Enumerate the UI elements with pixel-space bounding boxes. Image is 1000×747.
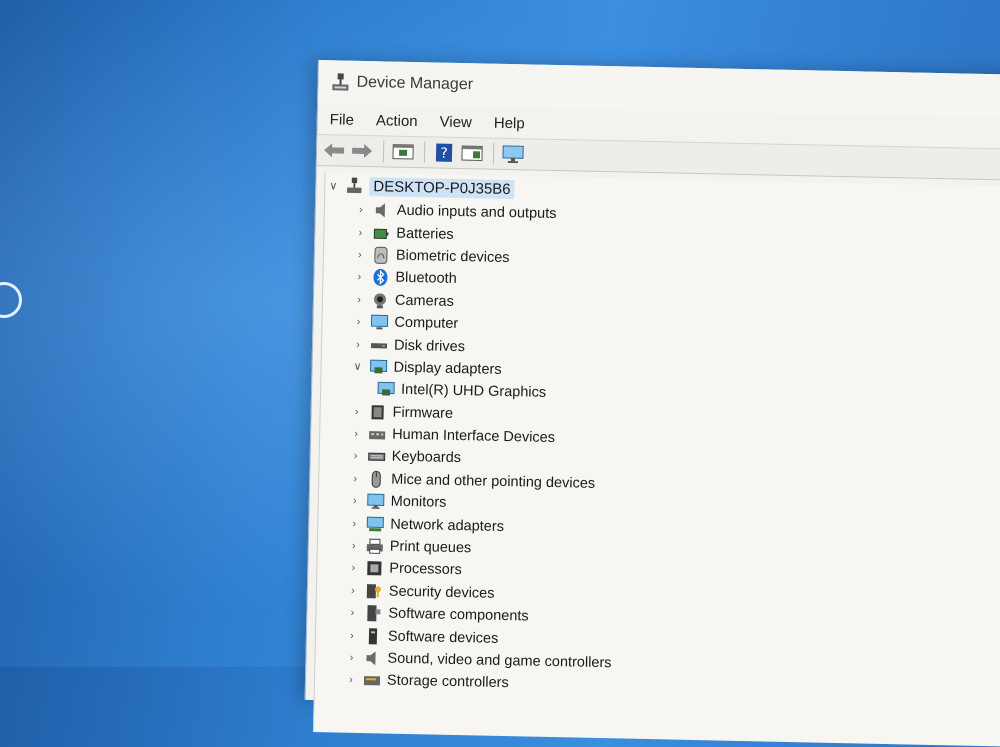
tree-category-label: Software devices [388, 628, 499, 646]
show-hide-console-tree-button[interactable] [459, 141, 485, 166]
chevron-right-icon[interactable]: › [350, 336, 366, 352]
tree-category-label: Network adapters [390, 516, 504, 534]
printer-icon [366, 537, 384, 555]
chevron-right-icon[interactable]: › [346, 515, 362, 531]
tree-category-label: Processors [389, 561, 462, 579]
chevron-right-icon[interactable]: › [348, 403, 364, 419]
properties-icon [392, 143, 414, 161]
back-button[interactable] [321, 138, 347, 163]
help-icon: ? [434, 142, 454, 162]
toolbar-separator [424, 141, 425, 163]
chevron-right-icon[interactable]: › [344, 627, 360, 643]
tree-category-label: Audio inputs and outputs [397, 203, 557, 222]
chevron-right-icon[interactable]: › [352, 224, 368, 240]
network-icon [366, 515, 384, 533]
tree-category-label: Software components [388, 606, 529, 625]
desktop-computer-icon [345, 177, 363, 195]
chevron-right-icon[interactable]: › [344, 605, 360, 621]
menu-file[interactable]: File [330, 111, 355, 129]
forward-button[interactable] [349, 139, 375, 164]
show-hide-console-tree-icon [461, 144, 483, 162]
chevron-right-icon[interactable]: › [348, 426, 364, 442]
menu-help[interactable]: Help [494, 114, 525, 132]
tree-category-label: Human Interface Devices [392, 427, 555, 446]
tree-category-label: Security devices [389, 583, 495, 601]
toolbar-separator [493, 143, 494, 165]
software-device-icon [364, 627, 382, 645]
properties-button[interactable] [390, 140, 416, 165]
disk-icon [370, 336, 388, 354]
display-adapter-icon [377, 381, 395, 399]
chevron-right-icon[interactable]: › [343, 650, 359, 666]
chevron-right-icon[interactable]: › [348, 448, 364, 464]
device-manager-icon [330, 72, 350, 92]
mouse-icon [367, 470, 385, 488]
chevron-right-icon[interactable]: › [351, 269, 367, 285]
speaker-icon [363, 649, 381, 667]
tree-category-label: Print queues [390, 539, 472, 557]
toolbar-separator [383, 140, 384, 162]
storage-icon [363, 671, 381, 689]
chevron-right-icon[interactable]: › [345, 560, 361, 576]
chevron-down-icon[interactable]: ∨ [325, 177, 341, 193]
tree-device-label: Intel(R) UHD Graphics [401, 382, 546, 401]
chevron-right-icon[interactable]: › [350, 314, 366, 330]
tree-category-label: Display adapters [393, 360, 501, 378]
chevron-right-icon[interactable]: › [353, 202, 369, 218]
computer-icon [370, 313, 388, 331]
camera-icon [371, 291, 389, 309]
back-icon [323, 142, 345, 158]
tree-category-label: Sound, video and game controllers [387, 651, 611, 672]
bluetooth-icon [371, 269, 389, 287]
software-component-icon [364, 604, 382, 622]
keyboard-icon [368, 448, 386, 466]
speaker-icon [373, 201, 391, 219]
tree-category-label: Storage controllers [387, 673, 509, 692]
help-button[interactable]: ? [431, 140, 457, 165]
tree-category-label: Bluetooth [395, 270, 457, 287]
chevron-down-icon[interactable]: ∨ [349, 359, 365, 375]
tree-category-label: Disk drives [394, 337, 465, 354]
menu-view[interactable]: View [439, 113, 472, 131]
tree-category-label: Firmware [392, 404, 453, 421]
display-adapter-icon [369, 358, 387, 376]
chevron-right-icon[interactable]: › [345, 583, 361, 599]
tree-category-label: Mice and other pointing devices [391, 472, 595, 492]
monitor-icon [502, 145, 524, 163]
tree-category-label: Batteries [396, 225, 454, 242]
device-tree: ∨ DESKTOP-P0J35B6 › Audio inputs and out… [313, 172, 1000, 746]
device-manager-window: Device Manager File Action View Help [305, 60, 1000, 715]
battery-icon [372, 224, 390, 242]
menu-action[interactable]: Action [376, 112, 418, 130]
tree-category-label: Keyboards [392, 449, 462, 466]
chip-icon [368, 403, 386, 421]
chevron-right-icon[interactable]: › [351, 291, 367, 307]
security-icon [365, 582, 383, 600]
tree-category-label: Monitors [391, 494, 447, 511]
chevron-right-icon[interactable]: › [347, 471, 363, 487]
chevron-right-icon[interactable]: › [346, 538, 362, 554]
tree-category-label: Computer [394, 315, 458, 332]
processor-icon [365, 560, 383, 578]
hid-icon [368, 425, 386, 443]
tree-category-label: Biometric devices [396, 248, 510, 266]
chevron-right-icon[interactable]: › [347, 493, 363, 509]
tree-root-label: DESKTOP-P0J35B6 [369, 177, 515, 199]
fingerprint-icon [372, 246, 390, 264]
tree-category-label: Cameras [395, 292, 454, 309]
window-title: Device Manager [356, 74, 473, 94]
chevron-right-icon[interactable]: › [352, 247, 368, 263]
scan-hardware-button[interactable] [500, 142, 526, 167]
monitor-icon [367, 492, 385, 510]
forward-icon [351, 143, 373, 159]
svg-text:?: ? [440, 146, 448, 162]
chevron-right-icon[interactable]: › [343, 672, 359, 688]
